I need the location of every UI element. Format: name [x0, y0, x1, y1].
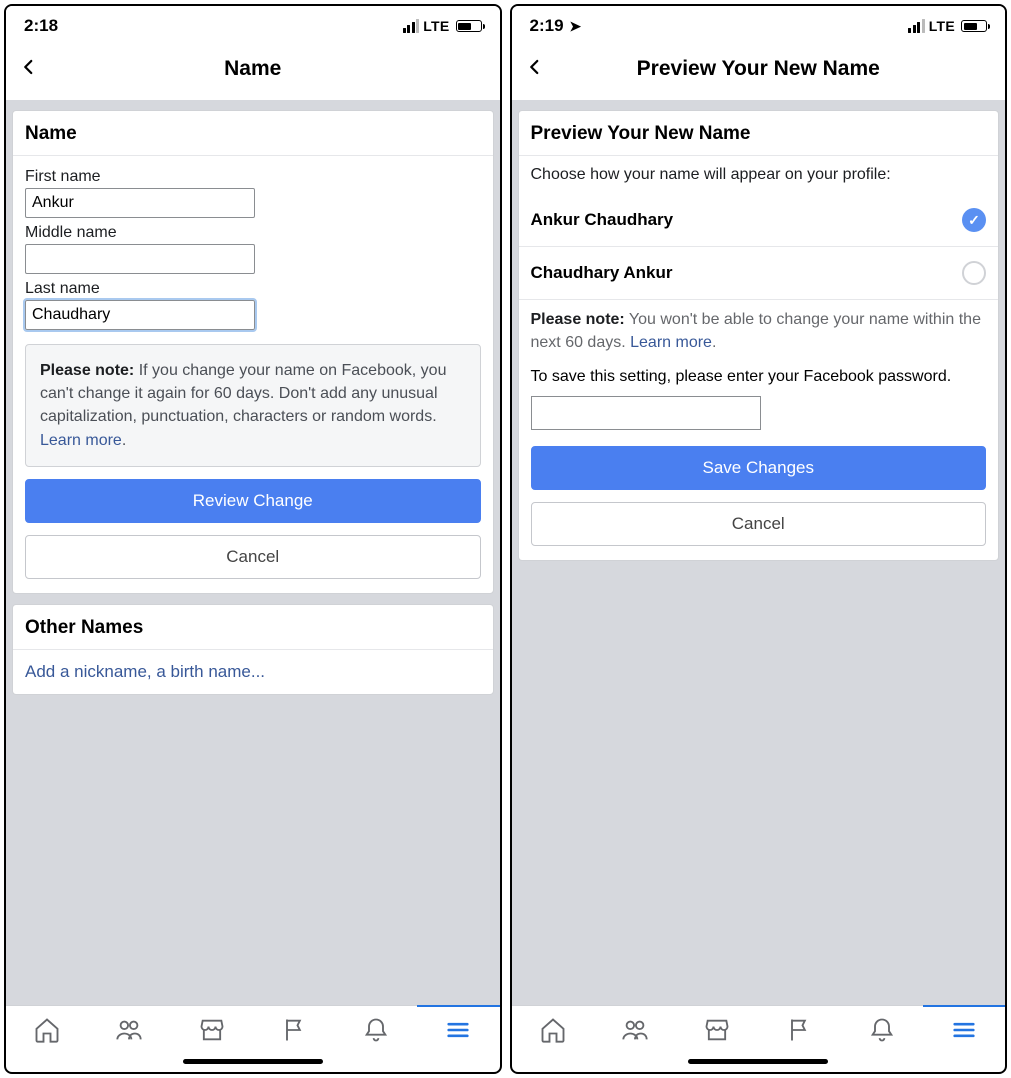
status-right: LTE [908, 18, 987, 34]
button-wrap: Save Changes Cancel [519, 446, 999, 560]
note-strong: Please note: [40, 362, 134, 379]
status-right: LTE [403, 18, 482, 34]
first-name-input[interactable] [25, 188, 255, 218]
middle-name-input[interactable] [25, 244, 255, 274]
name-card-body: First name Middle name Last name Please … [13, 156, 493, 593]
status-time: 2:18 [24, 16, 58, 36]
home-icon [33, 1016, 61, 1044]
marketplace-icon [703, 1016, 731, 1044]
friends-icon [115, 1016, 143, 1044]
flag-icon [280, 1016, 308, 1044]
add-nickname-link[interactable]: Add a nickname, a birth name... [13, 650, 493, 694]
carrier-label: LTE [423, 18, 449, 34]
bell-icon [362, 1016, 390, 1044]
marketplace-icon [198, 1016, 226, 1044]
review-change-button[interactable]: Review Change [25, 479, 481, 523]
password-prompt: To save this setting, please enter your … [519, 360, 999, 390]
tab-pages[interactable] [253, 1016, 335, 1049]
content-area: Name First name Middle name Last name Pl… [6, 100, 500, 1005]
tab-home[interactable] [6, 1016, 88, 1049]
last-name-label: Last name [25, 280, 481, 298]
preview-heading: Preview Your New Name [519, 111, 999, 156]
note-box: Please note: If you change your name on … [25, 344, 481, 467]
other-names-heading: Other Names [13, 605, 493, 650]
first-name-label: First name [25, 168, 481, 186]
status-time-wrap: 2:19 ➤ [530, 16, 582, 36]
tab-marketplace[interactable] [676, 1016, 758, 1049]
tab-notifications[interactable] [335, 1016, 417, 1049]
note-inline: Please note: You won't be able to change… [519, 300, 999, 360]
status-bar: 2:19 ➤ LTE [512, 6, 1006, 44]
page-title: Preview Your New Name [526, 57, 992, 81]
flag-icon [785, 1016, 813, 1044]
tab-menu[interactable] [923, 1016, 1005, 1049]
page-header: Name [6, 44, 500, 100]
learn-more-link[interactable]: Learn more [630, 334, 712, 351]
tab-friends[interactable] [594, 1016, 676, 1049]
other-names-card: Other Names Add a nickname, a birth name… [12, 604, 494, 695]
home-icon [539, 1016, 567, 1044]
last-name-input[interactable] [25, 300, 255, 330]
signal-icon [403, 19, 420, 33]
home-indicator [688, 1059, 828, 1064]
page-header: Preview Your New Name [512, 44, 1006, 100]
tab-pages[interactable] [758, 1016, 840, 1049]
menu-icon [950, 1016, 978, 1044]
radio-checked-icon: ✓ [962, 208, 986, 232]
name-option-1[interactable]: Ankur Chaudhary ✓ [519, 194, 999, 247]
tab-home[interactable] [512, 1016, 594, 1049]
radio-unchecked-icon [962, 261, 986, 285]
phone-left: 2:18 LTE Name Name First name Middle nam… [4, 4, 502, 1074]
name-card-heading: Name [13, 111, 493, 156]
cancel-button[interactable]: Cancel [25, 535, 481, 579]
cancel-button[interactable]: Cancel [531, 502, 987, 546]
name-option-2[interactable]: Chaudhary Ankur [519, 247, 999, 300]
preview-subtext: Choose how your name will appear on your… [519, 156, 999, 194]
name-card: Name First name Middle name Last name Pl… [12, 110, 494, 594]
tab-menu[interactable] [417, 1016, 499, 1049]
location-icon: ➤ [566, 18, 582, 34]
tab-notifications[interactable] [841, 1016, 923, 1049]
status-bar: 2:18 LTE [6, 6, 500, 44]
content-area: Preview Your New Name Choose how your na… [512, 100, 1006, 1005]
page-title: Name [20, 57, 486, 81]
battery-icon [961, 20, 987, 32]
tab-friends[interactable] [88, 1016, 170, 1049]
carrier-label: LTE [929, 18, 955, 34]
preview-card: Preview Your New Name Choose how your na… [518, 110, 1000, 561]
status-time: 2:19 [530, 16, 564, 35]
middle-name-label: Middle name [25, 224, 481, 242]
tab-marketplace[interactable] [171, 1016, 253, 1049]
bottom-tabs [512, 1005, 1006, 1055]
password-input[interactable] [531, 396, 761, 430]
tabs-wrap [6, 1005, 500, 1072]
learn-more-link[interactable]: Learn more [40, 432, 122, 449]
friends-icon [621, 1016, 649, 1044]
name-option-2-label: Chaudhary Ankur [531, 263, 673, 283]
bell-icon [868, 1016, 896, 1044]
menu-icon [444, 1016, 472, 1044]
bottom-tabs [6, 1005, 500, 1055]
phone-right: 2:19 ➤ LTE Preview Your New Name Preview… [510, 4, 1008, 1074]
note-strong: Please note: [531, 311, 625, 328]
battery-icon [456, 20, 482, 32]
signal-icon [908, 19, 925, 33]
name-option-1-label: Ankur Chaudhary [531, 210, 674, 230]
tabs-wrap [512, 1005, 1006, 1072]
save-changes-button[interactable]: Save Changes [531, 446, 987, 490]
home-indicator [183, 1059, 323, 1064]
